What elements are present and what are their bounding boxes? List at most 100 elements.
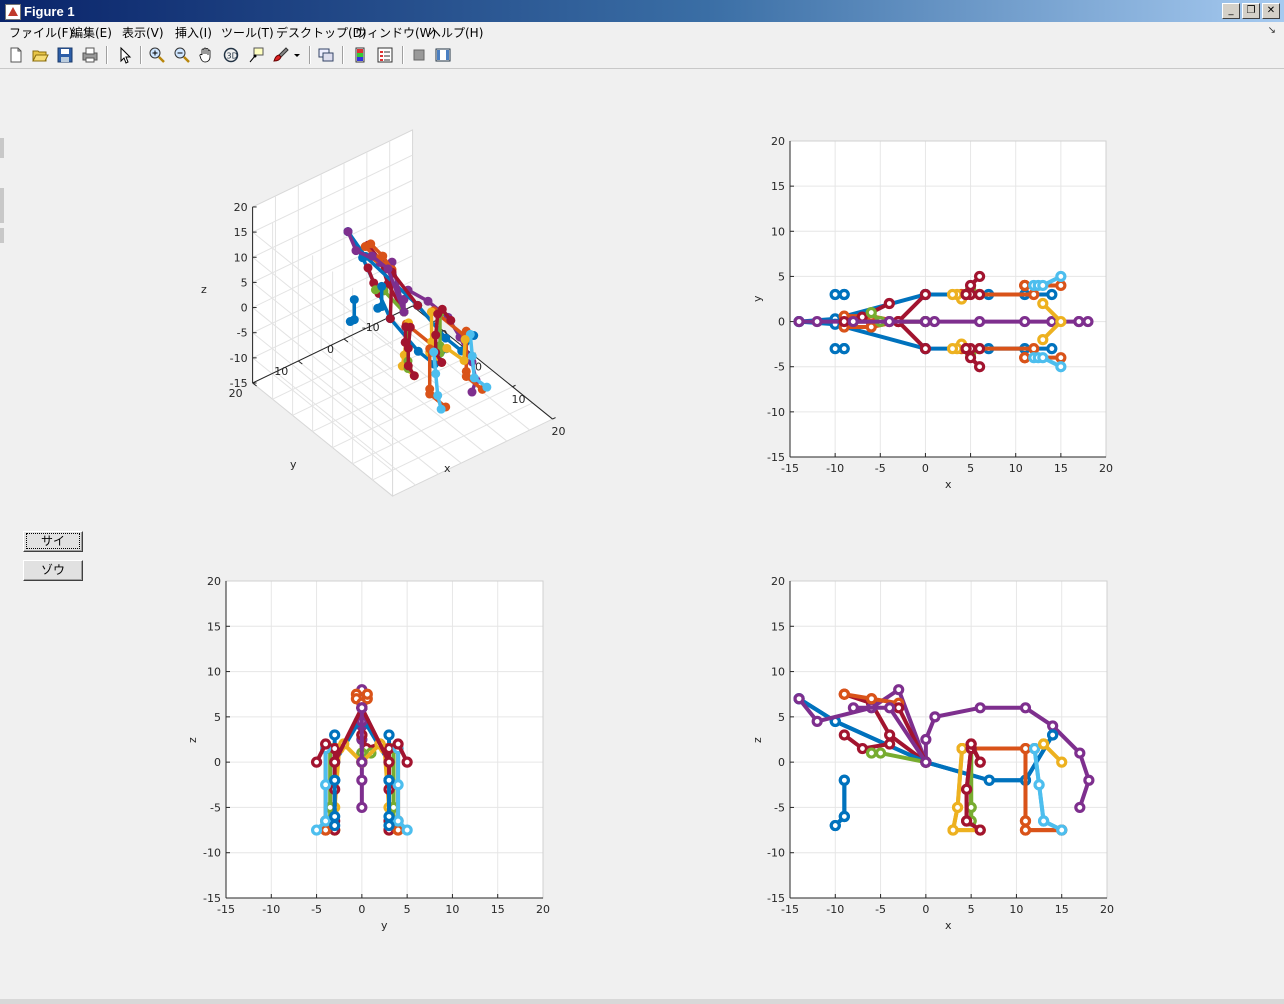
x-tick <box>512 384 516 388</box>
joint-marker <box>1037 352 1049 364</box>
joint-marker <box>442 343 452 353</box>
y-tick-label: -5 <box>774 801 785 814</box>
y-tick-label: -15 <box>203 892 221 905</box>
joint-marker <box>437 358 447 368</box>
joint-marker <box>392 824 404 836</box>
z-tick-label: -15 <box>230 377 248 390</box>
joint-marker <box>893 684 905 696</box>
joint-marker <box>947 824 959 836</box>
y-tick-label: -10 <box>203 847 221 860</box>
joint-marker <box>436 404 446 414</box>
y-tick-label: -10 <box>362 321 380 334</box>
joint-marker <box>431 330 441 340</box>
y-tick-label: -5 <box>210 801 221 814</box>
y-tick-label: 10 <box>771 225 785 238</box>
joint-marker <box>983 774 995 786</box>
x-tick-label: 20 <box>536 903 550 916</box>
joint-marker <box>356 756 368 768</box>
joint-marker <box>383 819 395 832</box>
joint-marker <box>431 369 441 379</box>
joint-marker <box>1019 279 1031 292</box>
rhino-button[interactable]: サイ <box>23 531 83 552</box>
joint-marker <box>1046 343 1058 355</box>
joint-marker <box>1074 801 1086 814</box>
z-tick-label: 20 <box>234 201 248 214</box>
x-tick-label: -10 <box>826 903 844 916</box>
joint-marker <box>1037 334 1049 346</box>
joint-marker <box>399 307 409 317</box>
joint-marker <box>973 270 986 283</box>
axes-top-view-xy[interactable]: -15 -10 -5 0 5 10 15 20-15-10-505101520 <box>767 135 1113 475</box>
joint-marker <box>360 242 370 252</box>
joint-marker <box>793 693 805 705</box>
joint-marker <box>403 361 413 371</box>
joint-marker <box>1037 738 1050 750</box>
joint-marker <box>413 346 423 356</box>
joint-marker <box>383 774 395 786</box>
z-tick-label: 15 <box>234 226 248 239</box>
joint-marker <box>920 756 932 768</box>
joint-marker <box>838 688 850 700</box>
joint-marker <box>811 315 823 328</box>
joint-marker <box>329 819 341 832</box>
y-tick-label: 0 <box>214 756 221 769</box>
joint-marker <box>310 824 323 836</box>
joint-marker <box>920 733 932 746</box>
axes-3d-ylabel: y <box>290 458 297 471</box>
joint-marker <box>320 779 332 791</box>
x-tick-label: 15 <box>1055 903 1069 916</box>
joint-marker <box>1037 279 1049 292</box>
x-tick-label: 0 <box>922 462 929 475</box>
joint-marker <box>467 387 477 397</box>
axes-3d[interactable]: -1001020-1001020-15-10-505101520 x y z <box>201 129 566 498</box>
joint-marker <box>919 315 932 328</box>
joint-marker <box>883 315 895 328</box>
axes-front-view-yz[interactable]: -15 -10 -5 0 5 10 15 20-15-10-505101520 <box>203 575 550 916</box>
joint-marker <box>383 742 395 755</box>
y-tick-label: 0 <box>778 316 785 329</box>
y-tick-label: 20 <box>207 575 221 588</box>
joint-marker <box>1055 270 1067 283</box>
plot-area <box>226 581 543 898</box>
joint-marker <box>960 288 972 301</box>
joint-marker <box>964 352 977 364</box>
joint-marker <box>461 371 471 381</box>
joint-marker <box>811 715 823 727</box>
joint-marker <box>973 288 986 301</box>
x-tick-label: 20 <box>1100 903 1114 916</box>
joint-marker <box>838 810 850 823</box>
joint-marker <box>960 343 972 355</box>
joint-marker <box>1028 343 1040 355</box>
x-tick-label: -5 <box>875 462 886 475</box>
y-tick-label: 15 <box>207 620 221 633</box>
joint-marker <box>1019 815 1032 827</box>
x-tick-label: 10 <box>445 903 459 916</box>
joint-marker <box>356 702 368 714</box>
rhino-button-label: サイ <box>25 533 81 549</box>
joint-marker <box>1047 729 1059 741</box>
joint-marker <box>400 337 410 347</box>
joint-marker <box>429 347 439 357</box>
axes-yz-ylabel: z <box>186 737 199 743</box>
joint-marker <box>329 742 341 755</box>
joint-marker <box>433 390 443 400</box>
joint-marker <box>829 288 841 301</box>
joint-marker <box>1047 720 1059 732</box>
joint-marker <box>401 756 413 768</box>
y-tick-label: 0 <box>778 756 785 769</box>
joint-marker <box>469 373 479 383</box>
joint-marker <box>1028 742 1041 755</box>
joint-marker <box>356 801 368 814</box>
x-tick <box>552 417 556 420</box>
joint-marker <box>1055 361 1067 373</box>
elephant-button[interactable]: ゾウ <box>23 560 83 581</box>
joint-marker <box>392 779 404 791</box>
axes-side-view-xz[interactable]: -15 -10 -5 0 5 10 15 20-15-10-505101520 <box>767 575 1114 916</box>
joint-marker <box>1083 774 1095 786</box>
joint-marker <box>838 343 850 355</box>
joint-marker <box>310 756 323 768</box>
joint-marker <box>1056 824 1068 836</box>
joint-marker <box>392 738 404 750</box>
joint-marker <box>1037 815 1050 827</box>
joint-marker <box>409 371 419 381</box>
